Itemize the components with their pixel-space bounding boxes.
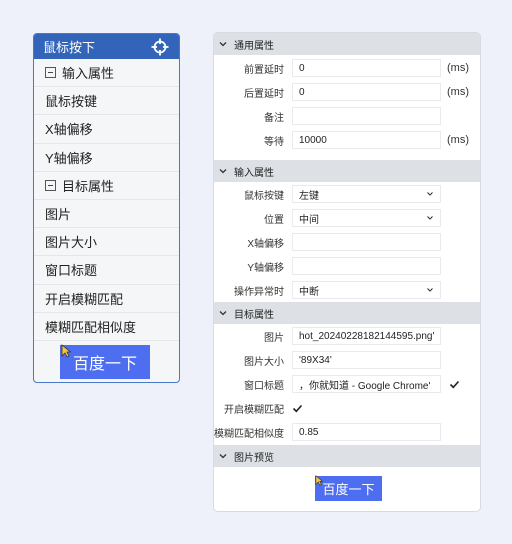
node-section-target[interactable]: 目标属性 bbox=[34, 172, 179, 200]
node-row-label: 鼠标按键 bbox=[45, 94, 98, 110]
select-value: 中间 bbox=[299, 214, 319, 226]
chevron-down-icon bbox=[219, 311, 227, 316]
delay-after-input[interactable]: 0 bbox=[292, 83, 441, 101]
x-offset-input[interactable] bbox=[292, 233, 441, 251]
on-error-select[interactable]: 中断 bbox=[292, 281, 441, 299]
section-title: 图片预览 bbox=[234, 452, 274, 464]
cursor-icon bbox=[61, 344, 71, 358]
prop-image: 图片 hot_20240228182144595.png' bbox=[214, 324, 480, 348]
node-row-label: 图片 bbox=[45, 207, 72, 223]
prop-delay-before: 前置延时 0 (ms) bbox=[214, 56, 480, 80]
prop-y-offset: Y轴偏移 bbox=[214, 254, 480, 278]
similarity-input[interactable]: 0.85 bbox=[292, 423, 441, 441]
node-section-input[interactable]: 输入属性 bbox=[34, 59, 179, 88]
checkmark-icon[interactable] bbox=[449, 379, 460, 390]
prop-window-title: 窗口标题 ，你就知道 - Google Chrome' bbox=[214, 372, 480, 396]
prop-fuzzy-match: 开启模糊匹配 bbox=[214, 396, 480, 420]
unit-label: (ms) bbox=[447, 62, 469, 74]
note-input[interactable] bbox=[292, 107, 441, 125]
node-row-similarity[interactable]: 模糊匹配相似度 bbox=[34, 313, 179, 341]
prop-label: 备注 bbox=[264, 112, 284, 124]
node-row-label: 模糊匹配相似度 bbox=[45, 319, 137, 335]
chevron-down-icon bbox=[219, 169, 227, 174]
node-row-x-offset[interactable]: X轴偏移 bbox=[34, 115, 179, 144]
node-row-label: Y轴偏移 bbox=[45, 150, 93, 166]
node-header[interactable]: 鼠标按下 bbox=[34, 34, 179, 59]
image-size-input[interactable]: '89X34' bbox=[292, 351, 441, 369]
prop-wait: 等待 10000 (ms) bbox=[214, 128, 480, 152]
unit-label: (ms) bbox=[447, 86, 469, 98]
mouse-down-node[interactable]: 鼠标按下 输入属性 鼠标按键 X轴偏移 Y轴偏移 目标属性 图片 图片大小 窗口… bbox=[33, 33, 180, 383]
preview-text: 百度一下 bbox=[72, 356, 137, 373]
select-value: 左键 bbox=[299, 190, 319, 202]
node-row-label: 开启模糊匹配 bbox=[45, 291, 124, 307]
prop-label: 前置延时 bbox=[244, 64, 284, 76]
prop-label: 图片大小 bbox=[244, 356, 284, 368]
prop-label: 等待 bbox=[264, 136, 284, 148]
wait-input[interactable]: 10000 bbox=[292, 131, 441, 149]
section-preview-header[interactable]: 图片预览 bbox=[214, 445, 480, 467]
delay-before-input[interactable]: 0 bbox=[292, 59, 441, 77]
prop-label: 后置延时 bbox=[244, 88, 284, 100]
prop-position: 位置 中间 bbox=[214, 206, 480, 230]
collapse-icon[interactable] bbox=[45, 179, 56, 191]
cursor-icon bbox=[315, 475, 323, 486]
node-row-label: 窗口标题 bbox=[45, 263, 98, 279]
y-offset-input[interactable] bbox=[292, 257, 441, 275]
image-preview-area: 百度一下 bbox=[214, 467, 480, 511]
prop-image-size: 图片大小 '89X34' bbox=[214, 348, 480, 372]
node-row-image-size[interactable]: 图片大小 bbox=[34, 228, 179, 257]
image-input[interactable]: hot_20240228182144595.png' bbox=[292, 327, 441, 345]
prop-label: 操作异常时 bbox=[234, 286, 284, 298]
chevron-down-icon bbox=[427, 288, 433, 292]
node-row-image[interactable]: 图片 bbox=[34, 200, 179, 229]
crosshair-icon[interactable] bbox=[151, 38, 169, 56]
chevron-down-icon bbox=[219, 454, 227, 459]
prop-note: 备注 bbox=[214, 104, 480, 128]
unit-label: (ms) bbox=[447, 134, 469, 146]
prop-label: 图片 bbox=[264, 332, 284, 344]
fuzzy-match-checkbox[interactable] bbox=[292, 399, 441, 417]
node-row-mouse-button[interactable]: 鼠标按键 bbox=[34, 87, 179, 116]
select-value: 中断 bbox=[299, 286, 319, 298]
prop-mouse-button: 鼠标按键 左键 bbox=[214, 182, 480, 206]
node-row-y-offset[interactable]: Y轴偏移 bbox=[34, 144, 179, 172]
chevron-down-icon bbox=[427, 192, 433, 196]
section-general-header[interactable]: 通用属性 bbox=[214, 33, 480, 55]
prop-label: Y轴偏移 bbox=[247, 262, 284, 274]
node-target-preview: 百度一下 bbox=[60, 345, 150, 379]
node-row-window-title[interactable]: 窗口标题 bbox=[34, 256, 179, 285]
prop-label: 窗口标题 bbox=[244, 380, 284, 392]
prop-delay-after: 后置延时 0 (ms) bbox=[214, 80, 480, 104]
node-row-label: 目标属性 bbox=[62, 178, 115, 194]
node-title: 鼠标按下 bbox=[43, 40, 96, 55]
prop-label: 模糊匹配相似度 bbox=[214, 428, 284, 440]
prop-label: 开启模糊匹配 bbox=[224, 404, 284, 416]
prop-label: 鼠标按键 bbox=[244, 190, 284, 202]
section-title: 通用属性 bbox=[234, 40, 274, 52]
chevron-down-icon bbox=[427, 216, 433, 220]
chevron-down-icon bbox=[219, 42, 227, 47]
collapse-icon[interactable] bbox=[45, 67, 56, 79]
section-target-header[interactable]: 目标属性 bbox=[214, 302, 480, 324]
prop-label: X轴偏移 bbox=[247, 238, 284, 250]
section-input-header[interactable]: 输入属性 bbox=[214, 160, 480, 182]
node-row-label: 图片大小 bbox=[45, 235, 98, 251]
preview-text: 百度一下 bbox=[322, 482, 375, 497]
checkmark-icon bbox=[292, 404, 303, 412]
image-preview: 百度一下 bbox=[315, 476, 382, 501]
section-title: 输入属性 bbox=[234, 167, 274, 179]
node-row-fuzzy-match[interactable]: 开启模糊匹配 bbox=[34, 285, 179, 313]
prop-x-offset: X轴偏移 bbox=[214, 230, 480, 254]
prop-label: 位置 bbox=[264, 214, 284, 226]
mouse-button-select[interactable]: 左键 bbox=[292, 185, 441, 203]
prop-similarity: 模糊匹配相似度 0.85 bbox=[214, 420, 480, 444]
node-row-label: 输入属性 bbox=[62, 66, 115, 82]
node-row-label: X轴偏移 bbox=[45, 122, 93, 138]
properties-panel: 通用属性 前置延时 0 (ms) 后置延时 0 (ms) 备注 等待 10000… bbox=[213, 32, 481, 512]
position-select[interactable]: 中间 bbox=[292, 209, 441, 227]
prop-on-error: 操作异常时 中断 bbox=[214, 278, 480, 302]
window-title-input[interactable]: ，你就知道 - Google Chrome' bbox=[292, 375, 441, 393]
section-title: 目标属性 bbox=[234, 309, 274, 321]
